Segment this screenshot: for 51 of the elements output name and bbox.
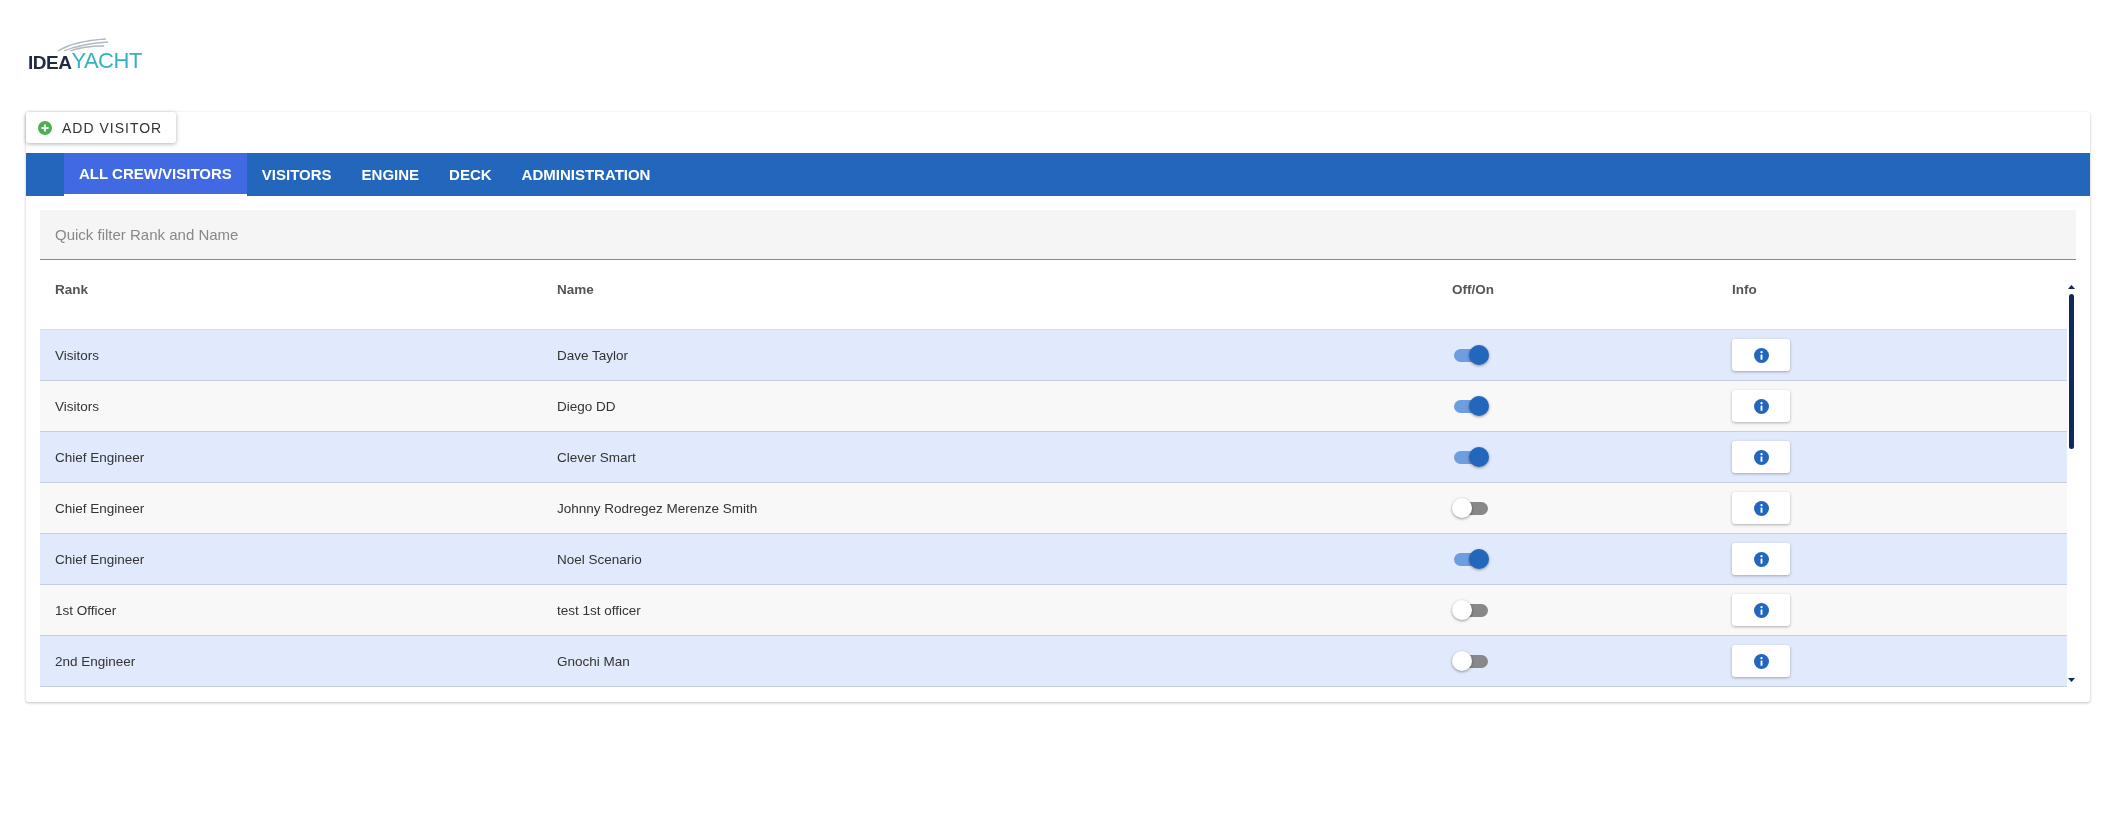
logo-text: YACHT — [71, 48, 142, 74]
plus-circle-icon — [38, 120, 52, 135]
table-cell: Noel Scenario — [557, 551, 642, 567]
info-icon — [1753, 398, 1769, 414]
info-button[interactable] — [1732, 339, 1790, 371]
info-button[interactable] — [1732, 594, 1790, 626]
scroll-down-icon[interactable] — [2067, 677, 2076, 683]
tab[interactable]: VISITORS — [246, 153, 347, 196]
info-icon — [1753, 602, 1769, 618]
tab[interactable]: ENGINE — [346, 153, 435, 196]
filter-field[interactable]: Quick filter Rank and Name — [40, 210, 2076, 260]
column-header: Name — [557, 282, 595, 297]
tab[interactable]: DECK — [434, 153, 507, 196]
table-cell: Gnochi Man — [557, 653, 630, 669]
table-cell: Chief Engineer — [55, 500, 145, 516]
column-header: Rank — [55, 282, 89, 297]
table-cell: 2nd Engineer — [55, 653, 136, 669]
info-icon — [1753, 551, 1769, 567]
table-cell: test 1st officer — [557, 602, 641, 618]
toggle-switch[interactable] — [1452, 497, 1488, 519]
table-cell: Dave Taylor — [557, 347, 629, 363]
table-cell: Chief Engineer — [55, 449, 145, 465]
table-cell: Chief Engineer — [55, 551, 145, 567]
column-header: Info — [1732, 282, 1758, 297]
toggle-switch[interactable] — [1452, 395, 1488, 417]
table-cell: 1st Officer — [55, 602, 117, 618]
info-button[interactable] — [1732, 390, 1790, 422]
toggle-switch[interactable] — [1452, 446, 1488, 468]
column-header: Off/On — [1452, 282, 1495, 297]
scroll-up-icon[interactable] — [2067, 284, 2076, 290]
table-cell: Visitors — [55, 398, 99, 414]
info-icon — [1753, 653, 1769, 669]
tab[interactable]: ADMINISTRATION — [506, 153, 666, 196]
info-icon — [1753, 500, 1769, 516]
toggle-switch[interactable] — [1452, 548, 1488, 570]
logo-text: IDEA — [28, 52, 72, 74]
table-cell: Diego DD — [557, 398, 616, 414]
table-cell: Clever Smart — [557, 449, 636, 465]
info-button[interactable] — [1732, 441, 1790, 473]
info-button[interactable] — [1732, 492, 1790, 524]
toggle-switch[interactable] — [1452, 599, 1488, 621]
info-icon — [1753, 347, 1769, 363]
info-button[interactable] — [1732, 543, 1790, 575]
add-visitor-button[interactable]: ADD VISITOR — [26, 112, 177, 143]
table-cell: Visitors — [55, 347, 99, 363]
toggle-switch[interactable] — [1452, 650, 1488, 672]
info-button[interactable] — [1732, 645, 1790, 677]
toggle-switch[interactable] — [1452, 344, 1488, 366]
tab[interactable]: ALL CREW/VISITORS — [64, 153, 247, 196]
table-cell: Johnny Rodregez Merenze Smith — [557, 500, 758, 516]
info-icon — [1753, 449, 1769, 465]
